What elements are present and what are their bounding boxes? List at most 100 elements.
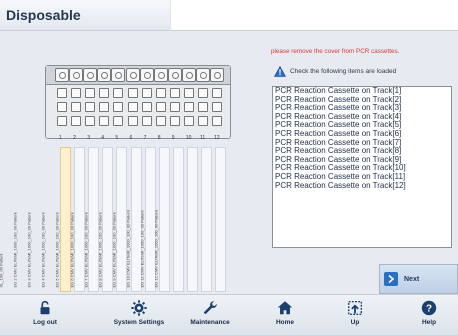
rack-tube — [127, 102, 138, 112]
list-items: PCR Reaction Cassette on Track[1] PCR Rea… — [273, 87, 451, 190]
rack-slot-hole — [143, 72, 151, 79]
next-label: Next — [404, 275, 420, 283]
track-number: 1 — [59, 135, 62, 141]
rack-tube — [183, 88, 194, 98]
rack-tube — [71, 116, 82, 126]
next-icon — [384, 272, 398, 286]
rack-slot-hole — [185, 72, 193, 79]
next-button[interactable]: Next — [379, 264, 458, 294]
rack-slot-hole — [200, 72, 207, 79]
rack-tube — [113, 102, 124, 112]
nav-maintenance[interactable]: Maintenance — [186, 295, 234, 335]
rack-tube — [141, 102, 152, 112]
rack-tube — [99, 116, 110, 126]
home-icon — [277, 301, 293, 315]
rack-tube — [155, 88, 166, 98]
track-label: EG 4 CMV ELITeMt_1000_100_00 Patient — [40, 212, 46, 288]
track-column[interactable]: EG 10 CMV ELITeMt_1000_100_00 Patient — [125, 147, 198, 292]
nav-system-settings[interactable]: System Settings — [108, 295, 170, 335]
warning-icon — [274, 66, 286, 77]
loaded-items-list[interactable]: PCR Reaction Cassette on Track[1] PCR Rea… — [272, 86, 452, 248]
rack-tube — [127, 88, 138, 98]
rack-slot — [125, 68, 140, 82]
rack-slot — [196, 68, 210, 82]
rack-tube — [212, 102, 223, 112]
svg-text:?: ? — [426, 304, 432, 315]
track-number: 8 — [157, 135, 161, 141]
nav-up[interactable]: Up — [340, 295, 370, 335]
rack-tube — [57, 102, 67, 112]
track-number: 2 — [73, 135, 76, 141]
track-number: 5 — [115, 135, 119, 141]
track-number: 10 — [185, 135, 192, 141]
rack-slot — [153, 68, 168, 82]
rack-tube — [183, 116, 194, 126]
nav-label: System Settings — [113, 319, 165, 326]
rack-tube — [113, 88, 124, 98]
rack-slot-hole — [73, 72, 81, 79]
track-label: EG 9 CMV ELITeMt_1000_100_00 Patient — [111, 212, 117, 288]
track-column[interactable]: EG 11 CMV ELITeMt_1000_100_00 Patient — [140, 147, 212, 292]
track-number: 7 — [143, 135, 147, 141]
track-number: 11 — [200, 135, 206, 141]
rack-slot-hole — [214, 72, 222, 79]
nav-log-out[interactable]: Log out — [30, 295, 60, 335]
nav-label: Maintenance — [190, 319, 230, 326]
rack-diagram — [45, 65, 231, 139]
track-label: EG 6 CMV ELITeMt_1000_100_00 Patient — [69, 212, 74, 288]
track-label: EG 2 CMV ELITeMt_1000_100_00 Patient — [12, 212, 18, 288]
track-label: EG 11 CMV ELITeMt_1000_100_00 Patient — [139, 210, 145, 288]
track-number: 9 — [171, 135, 175, 141]
track-column[interactable]: EG 12 CMV ELITeMt_1000_100_00 Patient — [154, 147, 227, 292]
title-bar: Disposable — [0, 0, 170, 31]
rack-tube — [113, 116, 124, 126]
rack-tube — [155, 102, 166, 112]
rack-tube — [57, 88, 67, 98]
nav-label: Home — [275, 319, 295, 326]
rack-tube — [212, 116, 223, 126]
rack-slot — [83, 68, 98, 82]
list-item[interactable]: PCR Reaction Cassette on Track[12] — [273, 181, 451, 191]
rack-tube — [85, 102, 96, 112]
nav-label: Up — [350, 319, 360, 326]
rack-tube — [198, 116, 208, 126]
rack-tube — [71, 88, 82, 98]
rack-tube — [99, 88, 110, 98]
help-icon: ? — [421, 300, 437, 316]
rack-tube — [85, 88, 96, 98]
rack-tube — [198, 102, 208, 112]
rack-slot-hole — [129, 72, 137, 79]
track-label: EG 7 CMV ELITeMt_1000_100_00 Patient — [83, 212, 89, 288]
nav-home[interactable]: Home — [270, 295, 300, 335]
wrench-icon — [203, 301, 217, 315]
rack-slot-hole — [115, 72, 123, 79]
nav-help[interactable]: ? Help — [414, 295, 444, 335]
lock-icon — [40, 300, 50, 315]
rack-slot — [210, 68, 225, 82]
rack-tube — [127, 116, 138, 126]
rack-tube — [212, 88, 223, 98]
rack-slot — [97, 68, 112, 82]
bottom-nav: Log out System Settings Maintenance Home… — [0, 294, 458, 335]
up-icon — [347, 300, 363, 316]
rack-slot — [69, 68, 84, 82]
rack-tube — [57, 116, 67, 126]
rack-slot — [167, 68, 182, 82]
track-number: 3 — [87, 135, 90, 141]
track-label: EG 8 CMV ELITeMt_1000_100_00 Patient — [97, 212, 103, 288]
gear-icon — [131, 300, 147, 316]
track-label: EG 10 CMV ELITeMt_1000_100_00 Patient — [125, 210, 131, 288]
rack-slot — [139, 68, 154, 82]
track-number: 6 — [129, 135, 133, 141]
rack-tube — [155, 116, 166, 126]
track-column[interactable]: EG 9 CMV ELITeMt_1000_100_00 Patient — [111, 147, 184, 292]
track-number: 12 — [214, 135, 220, 141]
rack-tube — [85, 116, 96, 126]
check-line: Check the following items are loaded — [274, 66, 396, 77]
track-column[interactable]: EG 8 CMV ELITeMt_1000_100_00 Patient — [97, 147, 170, 292]
rack-slot-hole — [87, 72, 95, 79]
rack-slot — [181, 68, 196, 82]
rack-tube — [141, 116, 152, 126]
rack-slot-hole — [171, 72, 179, 79]
nav-label: Help — [421, 319, 437, 326]
